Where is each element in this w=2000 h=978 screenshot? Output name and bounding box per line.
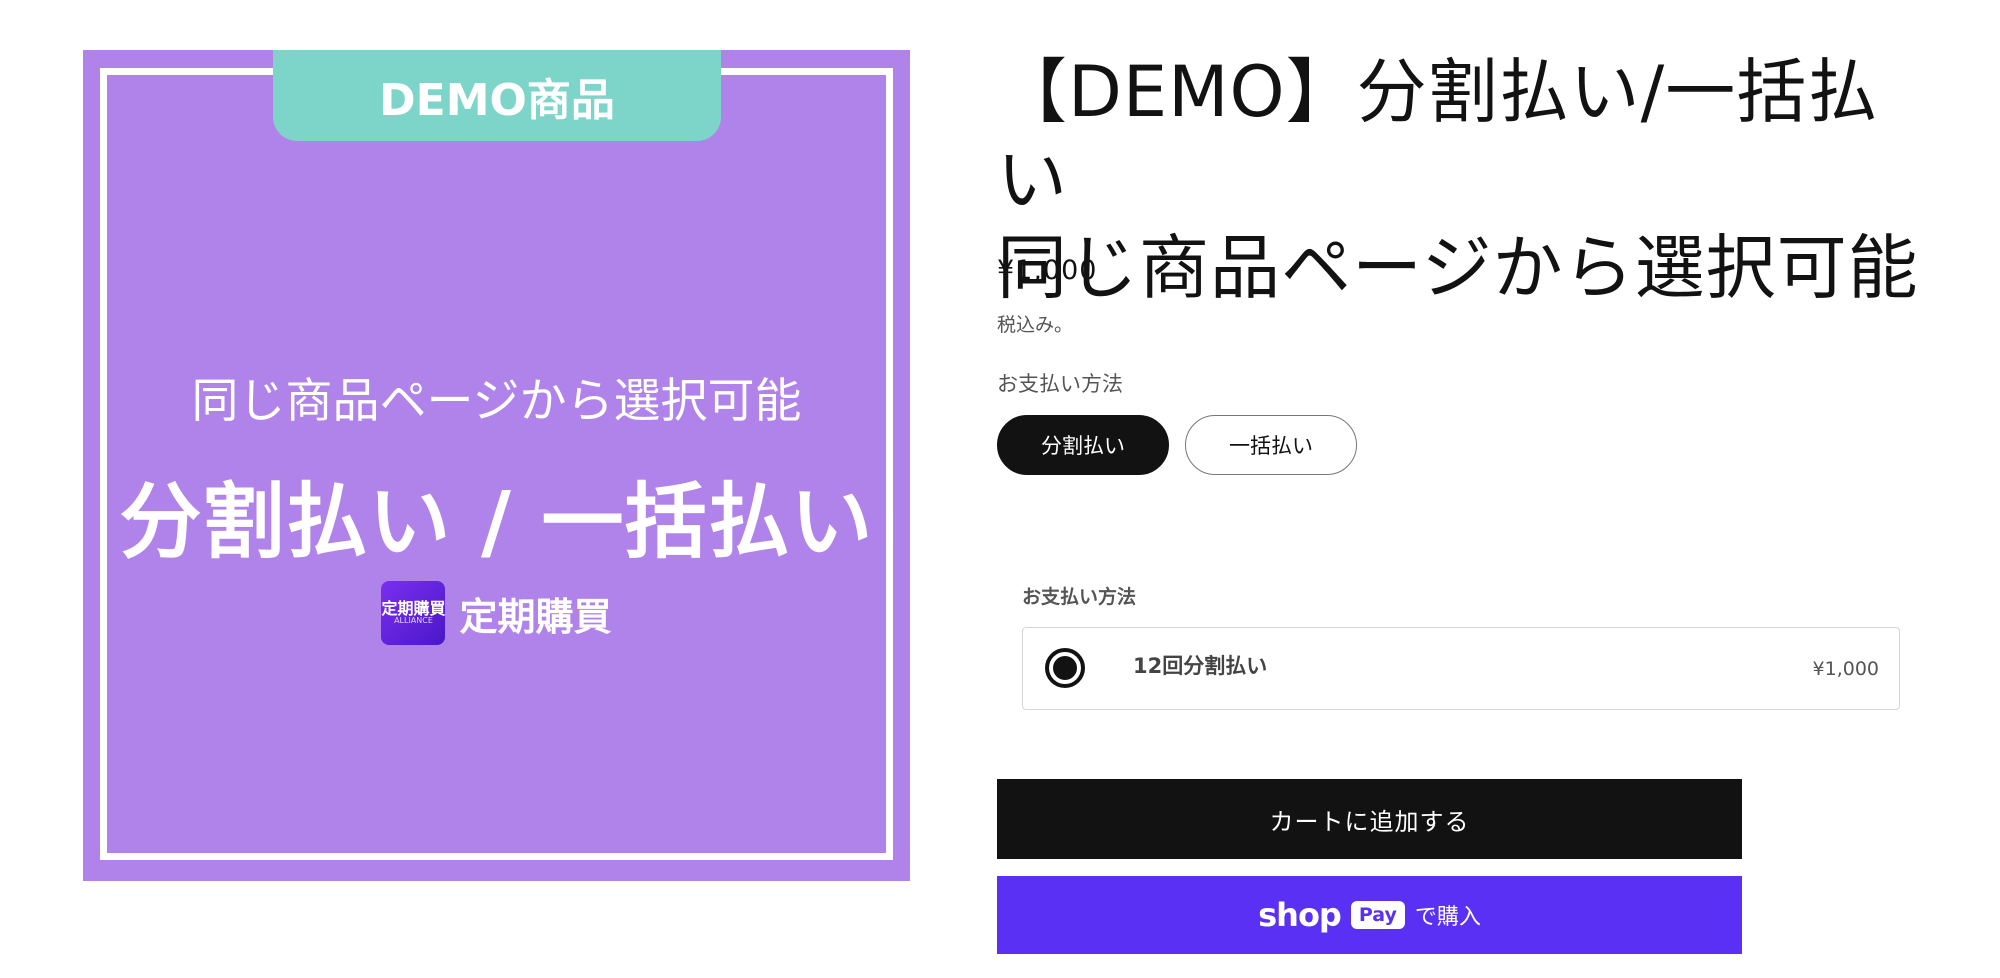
- product-image[interactable]: DEMO商品 同じ商品ページから選択可能 分割払い / 一括払い 定期購買 AL…: [83, 50, 910, 881]
- shop-pay-badge: Pay: [1350, 901, 1405, 929]
- plan-price: ¥1,000: [1812, 658, 1879, 680]
- product-price: ¥1,000: [997, 255, 1098, 286]
- plan-option[interactable]: 12回分割払い ¥1,000: [1022, 627, 1900, 710]
- image-brand: 定期購買 ALLIANCE 定期購買: [83, 581, 910, 645]
- brand-logo-text: 定期購買: [381, 598, 446, 618]
- shop-pay-word: shop: [1258, 896, 1342, 934]
- option-lump-sum-button[interactable]: 一括払い: [1185, 415, 1357, 475]
- option-installment-label: 分割払い: [1041, 434, 1125, 458]
- demo-tab-label: DEMO商品: [379, 74, 615, 126]
- brand-logo-subtext: ALLIANCE: [394, 616, 433, 626]
- plan-heading: お支払い方法: [1022, 586, 1137, 608]
- image-subline: 同じ商品ページから選択可能: [191, 374, 802, 429]
- product-title: 【DEMO】分割払い/一括払い 同じ商品ページから選択可能: [997, 48, 1927, 312]
- image-headline: 分割払い / 一括払い: [119, 475, 874, 570]
- shop-pay-suffix: で購入: [1414, 905, 1481, 930]
- plan-name: 12回分割払い: [1133, 654, 1268, 678]
- product-title-line2: 同じ商品ページから選択可能: [997, 227, 1919, 309]
- brand-logo: 定期購買 ALLIANCE: [381, 581, 446, 645]
- product-title-line1: 【DEMO】分割払い/一括払い: [997, 51, 1879, 221]
- plan-radio[interactable]: [1045, 648, 1085, 688]
- option-installment-button[interactable]: 分割払い: [997, 415, 1169, 475]
- add-to-cart-label: カートに追加する: [1269, 807, 1470, 836]
- brand-name: 定期購買: [459, 594, 612, 639]
- tax-note: 税込み。: [997, 314, 1074, 336]
- demo-tab: DEMO商品: [273, 50, 721, 141]
- option-lump-sum-label: 一括払い: [1229, 434, 1313, 458]
- payment-option-label: お支払い方法: [997, 372, 1123, 396]
- plan-radio-dot: [1053, 656, 1077, 680]
- product-page: DEMO商品 同じ商品ページから選択可能 分割払い / 一括払い 定期購買 AL…: [0, 0, 2000, 978]
- shop-pay-button[interactable]: shop Pay で購入: [997, 876, 1742, 954]
- add-to-cart-button[interactable]: カートに追加する: [997, 779, 1742, 859]
